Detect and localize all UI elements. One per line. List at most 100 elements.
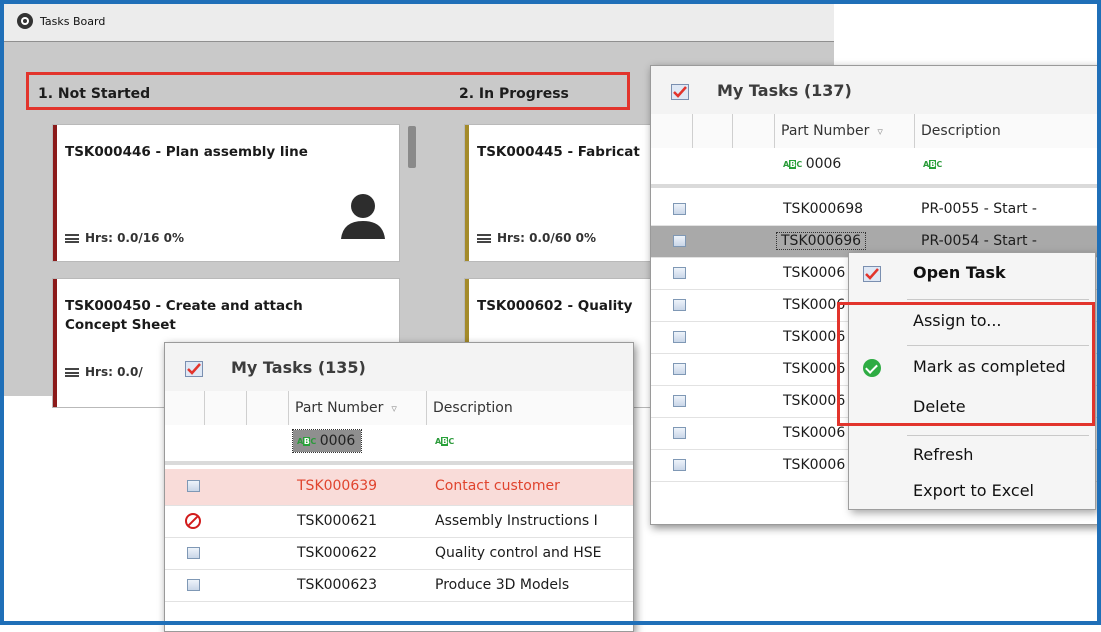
card-status-bar: [53, 125, 57, 261]
part-cell: TSK000622: [297, 545, 378, 561]
card-hours-text: Hrs: 0.0/16 0%: [85, 231, 184, 245]
card-title: TSK000445 - Fabricat: [477, 144, 640, 160]
description-filter[interactable]: ABC: [923, 156, 946, 172]
task-status-icon: [673, 235, 686, 247]
task-status-icon: [673, 395, 686, 407]
table-row-blocked[interactable]: TSK000621 Assembly Instructions I: [165, 506, 633, 538]
header-col-blank[interactable]: [651, 114, 693, 148]
task-status-icon: [673, 299, 686, 311]
context-menu: Open Task Assign to... Mark as completed…: [837, 252, 1096, 510]
part-cell: TSK000639: [297, 478, 378, 494]
part-filter[interactable]: ABC 0006: [291, 429, 363, 453]
header-col-blank[interactable]: [165, 391, 205, 425]
part-cell: TSK0006: [783, 265, 846, 281]
filter-icon[interactable]: ▿: [391, 402, 397, 415]
task-status-icon: [187, 579, 200, 591]
task-status-icon: [673, 203, 686, 215]
grid-title: My Tasks (137): [717, 81, 852, 100]
text-filter-icon: ABC: [297, 436, 316, 446]
part-filter[interactable]: ABC 0006: [783, 156, 841, 172]
user-avatar-icon[interactable]: [339, 193, 387, 239]
card-hours: Hrs: 0.0/60 0%: [477, 231, 596, 245]
part-cell: TSK000623: [297, 577, 378, 593]
description-cell: Contact customer: [435, 478, 560, 494]
part-cell: TSK000698: [783, 201, 864, 217]
description-cell: Quality control and HSE: [435, 545, 602, 561]
menu-item-open-task[interactable]: Open Task: [913, 263, 1006, 282]
menu-item-refresh[interactable]: Refresh: [913, 445, 973, 464]
part-cell: TSK0006: [783, 361, 846, 377]
column-in-progress: 2. In Progress: [459, 86, 569, 102]
menu-separator: [907, 299, 1089, 300]
header-part-number[interactable]: Part Number ▿: [289, 391, 427, 425]
filter-row: ABC 0006 ABC: [165, 425, 633, 465]
grid-header-row: Part Number ▿ Description: [165, 391, 633, 426]
part-cell: TSK0006: [783, 457, 846, 473]
header-col-blank[interactable]: [205, 391, 247, 425]
task-status-icon: [673, 267, 686, 279]
menu-lines-icon: [65, 368, 79, 377]
part-cell: TSK0006: [783, 329, 846, 345]
header-description[interactable]: Description: [427, 391, 633, 425]
task-status-icon: [673, 331, 686, 343]
description-cell: PR-0054 - Start -: [921, 233, 1037, 249]
part-filter-value: 0006: [319, 433, 356, 449]
task-status-icon: [187, 547, 200, 559]
header-description[interactable]: Description: [915, 114, 1100, 148]
table-row[interactable]: TSK000698 PR-0055 - Start -: [651, 194, 1100, 226]
open-task-icon: [863, 266, 881, 282]
tasks-board-app-icon: [17, 13, 33, 29]
grid-titlebar: My Tasks (137): [651, 66, 1100, 115]
menu-item-export-excel[interactable]: Export to Excel: [913, 481, 1034, 500]
menu-separator: [907, 435, 1089, 436]
description-cell: Assembly Instructions I: [435, 513, 598, 529]
task-card[interactable]: TSK000445 - Fabricat Hrs: 0.0/60 0%: [464, 124, 664, 262]
my-tasks-grid-front: My Tasks (135) Part Number ▿ Description …: [164, 342, 634, 632]
description-cell: Produce 3D Models: [435, 577, 570, 593]
grid-header-row: Part Number ▿ Description: [651, 114, 1100, 149]
menu-highlight-box: [837, 302, 1095, 426]
description-filter[interactable]: ABC: [435, 433, 458, 449]
part-cell: TSK000621: [297, 513, 378, 529]
task-status-icon: [673, 363, 686, 375]
task-status-icon: [673, 427, 686, 439]
column-not-started: 1. Not Started: [38, 86, 151, 102]
card-status-bar: [53, 279, 57, 407]
card-hours-text: Hrs: 0.0/: [85, 365, 143, 379]
grid-titlebar: My Tasks (135): [165, 343, 633, 392]
card-hours: Hrs: 0.0/16 0%: [65, 231, 184, 245]
table-row[interactable]: TSK000622 Quality control and HSE: [165, 538, 633, 570]
card-hours-text: Hrs: 0.0/60 0%: [497, 231, 596, 245]
part-cell: TSK000696: [775, 232, 867, 250]
filter-icon[interactable]: ▿: [877, 125, 883, 138]
card-hours: Hrs: 0.0/: [65, 365, 143, 379]
part-filter-value: 0006: [805, 156, 842, 172]
header-col-blank[interactable]: [733, 114, 775, 148]
menu-lines-icon: [477, 234, 491, 243]
header-part-number-label: Part Number: [295, 400, 384, 416]
card-title-line2: Concept Sheet: [65, 317, 176, 333]
task-list-icon: [671, 84, 689, 100]
filter-row: ABC 0006 ABC: [651, 148, 1100, 188]
table-row-overdue[interactable]: TSK000639 Contact customer: [165, 469, 633, 506]
part-cell: TSK0006: [783, 297, 846, 313]
grid-title: My Tasks (135): [231, 358, 366, 377]
part-cell: TSK0006: [783, 425, 846, 441]
task-card[interactable]: TSK000446 - Plan assembly line Hrs: 0.0/…: [52, 124, 400, 262]
board-titlebar: Tasks Board: [4, 4, 834, 42]
no-entry-icon: [185, 513, 201, 529]
header-col-blank[interactable]: [247, 391, 289, 425]
task-status-icon: [187, 480, 200, 492]
header-col-blank[interactable]: [693, 114, 733, 148]
card-status-bar: [465, 125, 469, 261]
column-scrollbar-thumb[interactable]: [408, 126, 416, 168]
card-title-line1: TSK000450 - Create and attach: [65, 298, 303, 314]
task-status-icon: [673, 459, 686, 471]
board-title: Tasks Board: [40, 15, 106, 28]
description-cell: PR-0055 - Start -: [921, 201, 1037, 217]
table-row[interactable]: TSK000623 Produce 3D Models: [165, 570, 633, 602]
card-title: TSK000446 - Plan assembly line: [65, 144, 308, 160]
card-title: TSK000602 - Quality: [477, 298, 633, 314]
task-list-icon: [185, 361, 203, 377]
header-part-number[interactable]: Part Number ▿: [775, 114, 915, 148]
